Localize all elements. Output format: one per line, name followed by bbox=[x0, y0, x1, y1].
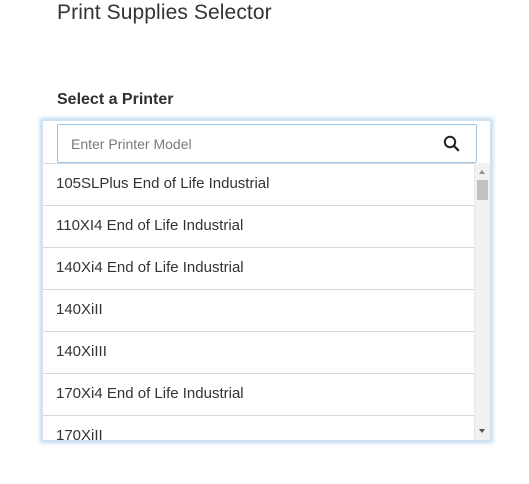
printer-option[interactable]: 170Xi4 End of Life Industrial bbox=[43, 374, 474, 416]
search-box bbox=[57, 124, 477, 163]
printer-model-search-input[interactable] bbox=[58, 125, 428, 162]
printer-option[interactable]: 140XiIII bbox=[43, 332, 474, 374]
printer-option[interactable]: 140Xi4 End of Life Industrial bbox=[43, 248, 474, 290]
printer-options-list: 105SLPlus End of Life Industrial 110XI4 … bbox=[43, 163, 474, 440]
printer-option[interactable]: 140XiII bbox=[43, 290, 474, 332]
printer-option[interactable]: 170XiII bbox=[43, 416, 474, 440]
select-printer-label: Select a Printer bbox=[57, 91, 174, 108]
printer-selector-dropdown: 105SLPlus End of Life Industrial 110XI4 … bbox=[42, 120, 491, 441]
printer-option[interactable]: 105SLPlus End of Life Industrial bbox=[43, 164, 474, 206]
page-title: Print Supplies Selector bbox=[57, 1, 272, 24]
scroll-up-arrow-icon[interactable] bbox=[479, 170, 485, 174]
scroll-down-arrow-icon[interactable] bbox=[479, 429, 485, 433]
search-icon[interactable] bbox=[443, 135, 460, 152]
list-scrollbar[interactable] bbox=[474, 163, 490, 440]
printer-option[interactable]: 110XI4 End of Life Industrial bbox=[43, 206, 474, 248]
page: Print Supplies Selector Select a Printer… bbox=[0, 0, 529, 484]
scrollbar-thumb[interactable] bbox=[477, 180, 488, 200]
